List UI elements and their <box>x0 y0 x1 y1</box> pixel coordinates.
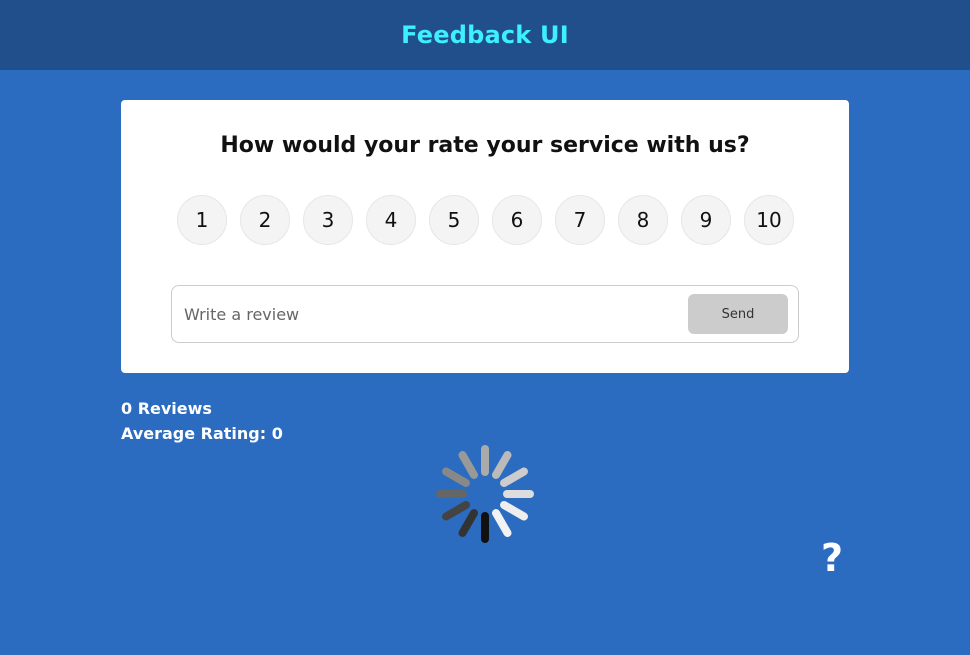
rating-option-2[interactable]: 2 <box>240 195 290 245</box>
spinner-spoke <box>500 500 528 521</box>
review-count: 0 Reviews <box>121 399 212 418</box>
rating-option-5[interactable]: 5 <box>429 195 479 245</box>
rating-option-6[interactable]: 6 <box>492 195 542 245</box>
spinner-spoke <box>500 467 528 487</box>
rating-option-1[interactable]: 1 <box>177 195 227 245</box>
review-input[interactable] <box>182 303 688 325</box>
rating-option-3[interactable]: 3 <box>303 195 353 245</box>
review-stats: 0 Reviews Average Rating: 0 <box>121 396 283 446</box>
spinner-spoke <box>492 509 512 537</box>
rating-option-10[interactable]: 10 <box>744 195 794 245</box>
app-header: Feedback UI <box>0 0 970 70</box>
send-button[interactable]: Send <box>688 294 788 334</box>
rating-option-8[interactable]: 8 <box>618 195 668 245</box>
app-title: Feedback UI <box>401 21 569 49</box>
review-form: Send <box>171 285 799 343</box>
spinner-spoke <box>442 501 470 521</box>
spinner-spoke <box>458 451 478 479</box>
rating-option-7[interactable]: 7 <box>555 195 605 245</box>
spinner-spoke <box>442 467 470 487</box>
rating-option-4[interactable]: 4 <box>366 195 416 245</box>
rating-question: How would your rate your service with us… <box>220 133 750 158</box>
spinner-spoke <box>492 451 512 479</box>
rating-options: 1 2 3 4 5 6 7 8 9 10 <box>177 195 794 245</box>
help-icon[interactable]: ? <box>821 536 843 580</box>
feedback-card: How would your rate your service with us… <box>121 100 849 373</box>
loading-spinner-icon <box>436 445 534 543</box>
rating-option-9[interactable]: 9 <box>681 195 731 245</box>
spinner-spoke <box>458 509 478 537</box>
average-rating: Average Rating: 0 <box>121 424 283 443</box>
